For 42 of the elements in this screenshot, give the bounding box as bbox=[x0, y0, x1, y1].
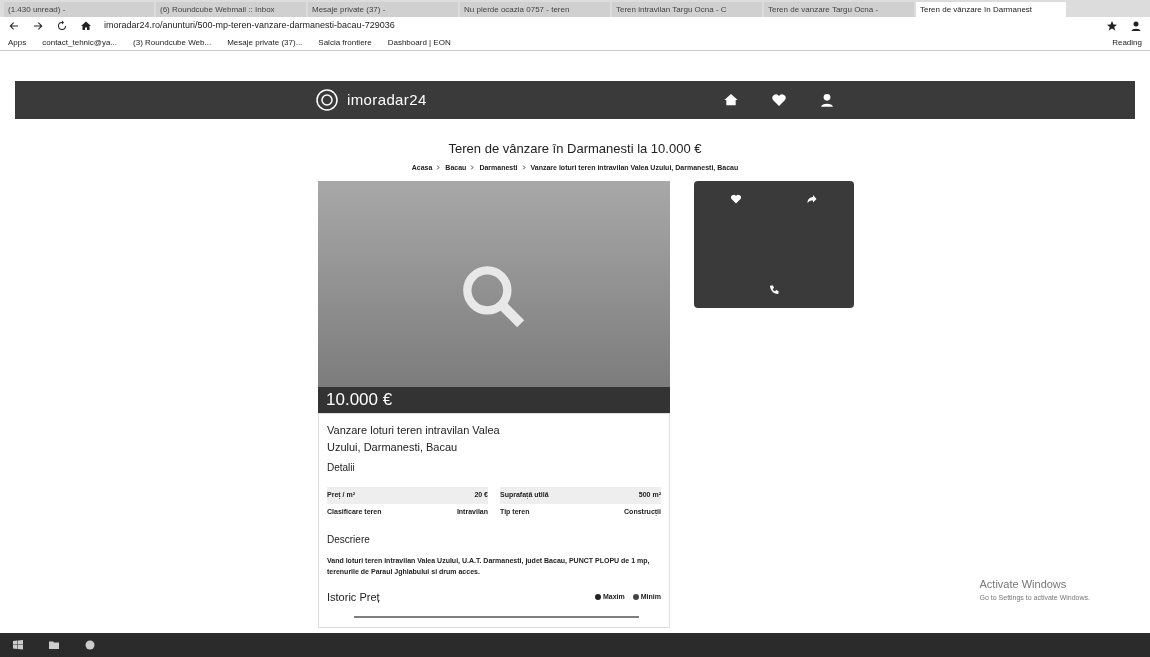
page-title: Teren de vânzare în Darmanesti la 10.000 € bbox=[447, 140, 703, 158]
browser-tab[interactable]: Teren intravilan Targu Ocna - C bbox=[612, 2, 762, 17]
folder-icon bbox=[48, 639, 60, 651]
heart-icon bbox=[730, 193, 742, 205]
browser-tab[interactable]: (6) Roundcube Webmail :: Inbox bbox=[156, 2, 306, 17]
address-bar[interactable]: imoradar24.ro/anunturi/500-mp-teren-vanzare-darmanesti-bacau-729036 bbox=[104, 19, 1094, 33]
description-heading: Descriere bbox=[327, 533, 371, 547]
browser-tab[interactable]: Teren de vanzare Targu Ocna - bbox=[764, 2, 914, 17]
listing-title: Vanzare loturi teren intravilan Valea Uzului, Darmanesti, Bacau bbox=[327, 423, 501, 455]
bookmark[interactable]: contact_tehnic@ya... bbox=[42, 36, 118, 49]
user-icon bbox=[819, 92, 835, 108]
heart-icon bbox=[771, 92, 787, 108]
browser-tab[interactable]: Teren de vânzare în Darmanest bbox=[916, 2, 1066, 17]
logo-icon bbox=[315, 88, 339, 112]
chevron-icon bbox=[470, 164, 476, 172]
reading-list[interactable]: Reading bbox=[1112, 36, 1142, 49]
browser-tab[interactable]: Nu pierde ocazia 0757 - teren bbox=[460, 2, 610, 17]
phone-icon bbox=[768, 284, 780, 296]
bookmark[interactable]: Dashboard | EON bbox=[387, 36, 451, 49]
bookmark[interactable]: Salcia frontiere bbox=[318, 36, 372, 49]
history-heading: Istoric Preț bbox=[327, 590, 380, 605]
chevron-icon bbox=[521, 164, 527, 172]
browser-icon bbox=[84, 639, 96, 651]
browser-tab[interactable]: (1.430 unread) - bbox=[4, 2, 154, 17]
chevron-icon bbox=[436, 164, 442, 172]
back-icon bbox=[8, 20, 20, 32]
site-logo[interactable]: imoradar24 bbox=[347, 88, 427, 112]
share-icon bbox=[806, 193, 818, 205]
listing-price: 10.000 € bbox=[326, 389, 393, 412]
house-icon bbox=[723, 92, 739, 108]
bookmark[interactable]: (3) Roundcube Web... bbox=[133, 36, 212, 49]
bookmark[interactable]: Apps bbox=[8, 36, 27, 49]
star-icon bbox=[1106, 20, 1118, 32]
home-icon bbox=[80, 20, 92, 32]
windows-icon bbox=[12, 639, 24, 651]
reload-icon bbox=[56, 20, 68, 32]
browser-tab[interactable]: Mesaje private (37) - bbox=[308, 2, 458, 17]
bookmark[interactable]: Mesaje private (37)... bbox=[227, 36, 303, 49]
profile-icon bbox=[1130, 20, 1142, 32]
activation-title: Activate Windows bbox=[979, 577, 1068, 592]
forward-icon bbox=[32, 20, 44, 32]
details-label: Detalii bbox=[327, 461, 356, 475]
